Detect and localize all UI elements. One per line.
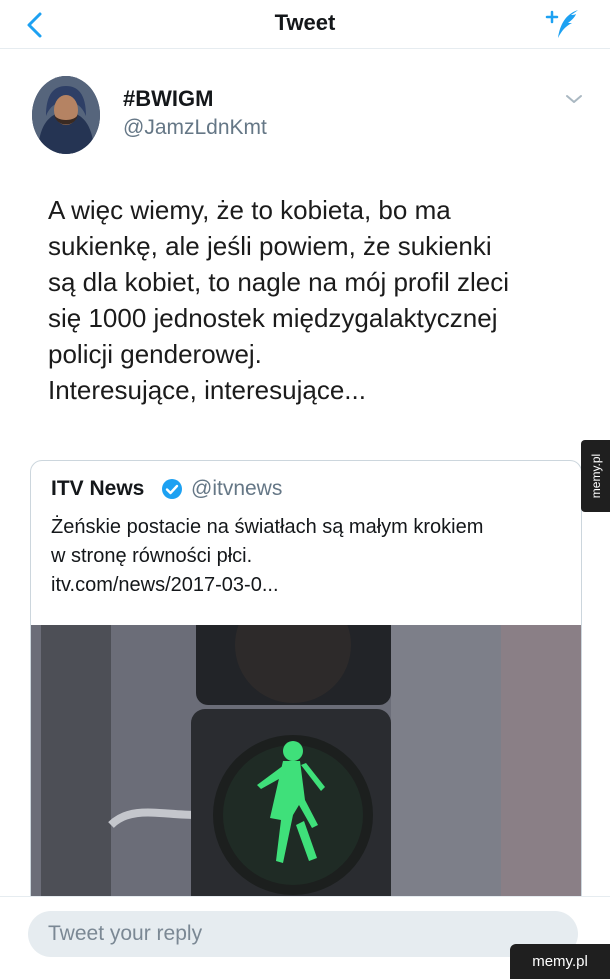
tweet-text-line: Interesujące, interesujące... xyxy=(48,375,366,405)
quoted-text-line: w stronę równości płci. xyxy=(51,545,253,567)
quoted-author-name: ITV News xyxy=(51,477,145,500)
tweet-text-line: policji genderowej. xyxy=(48,339,262,369)
tweet-text-line: A więc wiemy, że to kobieta, bo ma xyxy=(48,195,451,225)
verified-badge-icon xyxy=(162,479,182,499)
quoted-link[interactable]: itv.com/news/2017-03-0... xyxy=(51,571,571,600)
avatar[interactable] xyxy=(32,76,100,154)
user-handle[interactable]: @JamzLdnKmt xyxy=(123,116,267,140)
page-title: Tweet xyxy=(274,10,336,35)
quoted-text-line: Żeńskie postacie na światłach są małym k… xyxy=(51,516,484,538)
reply-input[interactable] xyxy=(28,911,578,957)
quoted-tweet-text: Żeńskie postacie na światłach są małym k… xyxy=(51,513,571,600)
tweet-text-line: są dla kobiet, to nagle na mój profil zl… xyxy=(48,267,510,297)
tweet-text-line: się 1000 jednostek międzygalaktycznej xyxy=(48,303,498,333)
quoted-tweet-card[interactable]: ITV News @itvnews Żeńskie postacie na św… xyxy=(30,460,582,912)
display-name[interactable]: #BWIGM xyxy=(123,86,213,112)
chevron-down-icon[interactable] xyxy=(562,90,586,108)
tweet-text: A więc wiemy, że to kobieta, bo ma sukie… xyxy=(48,192,588,408)
corner-watermark: memy.pl xyxy=(510,944,610,979)
quoted-author-handle: @itvnews xyxy=(191,477,283,500)
tweet-text-line: sukienkę, ale jeśli powiem, że sukienki xyxy=(48,231,492,261)
traffic-light-photo[interactable] xyxy=(31,625,581,911)
side-watermark: memy.pl xyxy=(581,440,610,512)
compose-tweet-icon[interactable] xyxy=(544,6,584,42)
side-watermark-text: memy.pl xyxy=(588,453,603,499)
avatar-photo xyxy=(32,76,100,154)
top-bar: Tweet xyxy=(0,0,610,49)
